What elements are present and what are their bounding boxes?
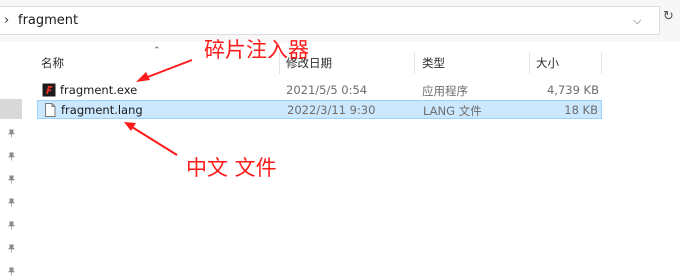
annotation-arrow-bottom bbox=[124, 122, 178, 156]
pin-icon[interactable] bbox=[7, 244, 16, 253]
pin-icon[interactable] bbox=[7, 267, 16, 276]
annotation-arrow-top bbox=[136, 59, 193, 82]
annotation-arrows bbox=[124, 59, 193, 156]
